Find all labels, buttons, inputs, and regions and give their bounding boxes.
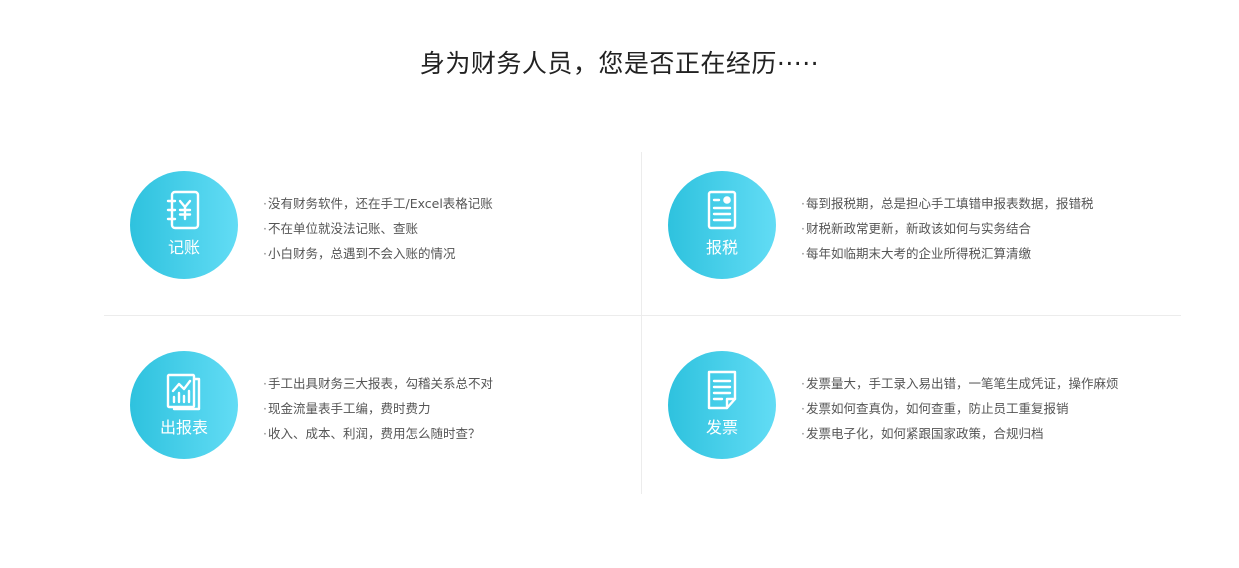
ledger-yen-icon (166, 190, 200, 230)
list-item: 发票电子化，如何紧跟国家政策，合规归档 (801, 421, 1181, 446)
list-item: 财税新政常更新，新政该如何与实务结合 (801, 216, 1181, 241)
pain-point-card-tax-filing: 报税 每到报税期，总是担心手工填错申报表数据，报错税 财税新政常更新，新政该如何… (668, 171, 1168, 291)
invoices-badge: 发票 (668, 351, 776, 459)
pain-point-card-reports: 出报表 手工出具财务三大报表，勾稽关系总不对 现金流量表手工编，费时费力 收入、… (130, 351, 630, 471)
invoice-icon (707, 370, 737, 410)
tax-filing-pain-points: 每到报税期，总是担心手工填错申报表数据，报错税 财税新政常更新，新政该如何与实务… (801, 191, 1181, 266)
bookkeeping-badge: 记账 (130, 171, 238, 279)
invoices-pain-points: 发票量大，手工录入易出错，一笔笔生成凭证，操作麻烦 发票如何查真伪，如何查重，防… (801, 371, 1181, 446)
list-item: 收入、成本、利润，费用怎么随时查？ (263, 421, 643, 446)
report-chart-icon (166, 373, 201, 411)
list-item: 发票如何查真伪，如何查重，防止员工重复报销 (801, 396, 1181, 421)
tax-document-icon (707, 190, 737, 230)
reports-badge: 出报表 (130, 351, 238, 459)
reports-pain-points: 手工出具财务三大报表，勾稽关系总不对 现金流量表手工编，费时费力 收入、成本、利… (263, 371, 643, 446)
list-item: 不在单位就没法记账、查账 (263, 216, 643, 241)
list-item: 每到报税期，总是担心手工填错申报表数据，报错税 (801, 191, 1181, 216)
list-item: 手工出具财务三大报表，勾稽关系总不对 (263, 371, 643, 396)
list-item: 没有财务软件，还在手工/Excel表格记账 (263, 191, 643, 216)
bookkeeping-pain-points: 没有财务软件，还在手工/Excel表格记账 不在单位就没法记账、查账 小白财务，… (263, 191, 643, 266)
list-item: 现金流量表手工编，费时费力 (263, 396, 643, 421)
horizontal-divider (104, 315, 1181, 316)
bookkeeping-label: 记账 (167, 238, 200, 257)
list-item: 每年如临期末大考的企业所得税汇算清缴 (801, 241, 1181, 266)
reports-label: 出报表 (159, 418, 208, 437)
tax-filing-badge: 报税 (668, 171, 776, 279)
pain-point-card-bookkeeping: 记账 没有财务软件，还在手工/Excel表格记账 不在单位就没法记账、查账 小白… (130, 171, 630, 291)
list-item: 小白财务，总遇到不会入账的情况 (263, 241, 643, 266)
tax-filing-label: 报税 (705, 238, 738, 257)
page-title: 身为财务人员，您是否正在经历····· (419, 49, 820, 78)
pain-point-card-invoices: 发票 发票量大，手工录入易出错，一笔笔生成凭证，操作麻烦 发票如何查真伪，如何查… (668, 351, 1168, 471)
list-item: 发票量大，手工录入易出错，一笔笔生成凭证，操作麻烦 (801, 371, 1181, 396)
invoices-label: 发票 (705, 418, 738, 437)
